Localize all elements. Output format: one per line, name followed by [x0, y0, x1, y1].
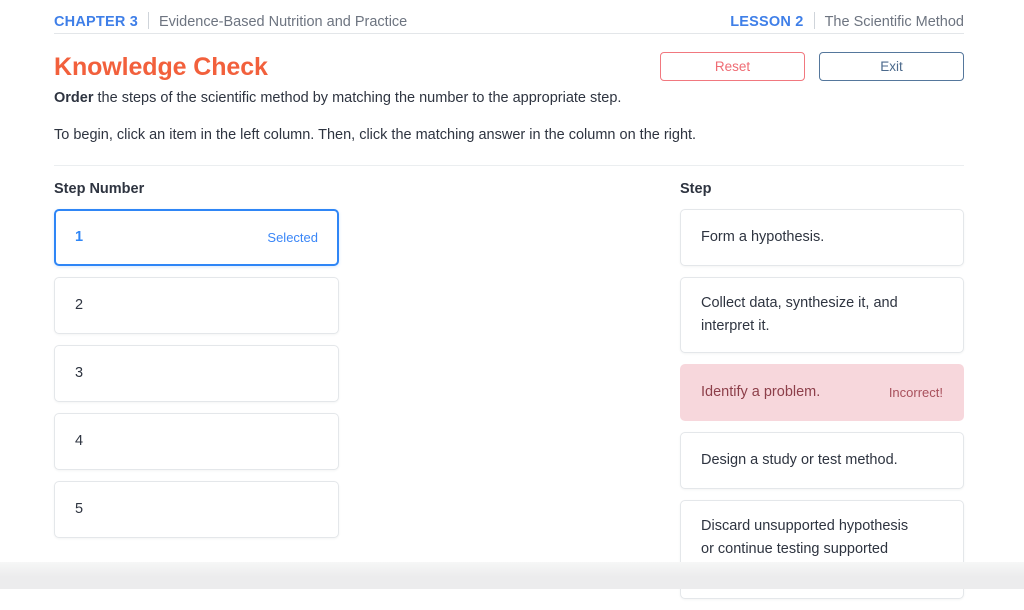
- step-number-label: 1: [75, 229, 84, 245]
- step-number-label: 2: [75, 297, 84, 313]
- exit-button[interactable]: Exit: [819, 52, 964, 81]
- step-label: Form a hypothesis.: [701, 229, 825, 245]
- instruction-line-2: To begin, click an item in the left colu…: [54, 127, 697, 143]
- selected-badge: Selected: [267, 230, 318, 245]
- header-divider: [54, 33, 964, 34]
- step-number-item-3[interactable]: 3: [54, 345, 339, 402]
- content-divider: [54, 165, 964, 166]
- footer-band: [0, 562, 1024, 589]
- step-number-heading: Step Number: [54, 181, 145, 197]
- knowledge-check-page: CHAPTER 3 Evidence-Based Nutrition and P…: [0, 0, 1024, 599]
- step-number-label: 5: [75, 501, 84, 517]
- instruction-keyword: Order: [54, 90, 94, 106]
- incorrect-badge: Incorrect!: [888, 385, 943, 400]
- chapter-title: Evidence-Based Nutrition and Practice: [158, 14, 408, 30]
- breadcrumb-chapter: CHAPTER 3 Evidence-Based Nutrition and P…: [54, 9, 407, 30]
- step-number-column: Step Number 1 Selected 2 3 4 5: [54, 180, 339, 549]
- step-heading: Step: [680, 181, 712, 197]
- step-item-3[interactable]: Identify a problem. Incorrect!: [680, 364, 964, 421]
- instruction-line-1: Order the steps of the scientific method…: [54, 88, 934, 109]
- lesson-label: LESSON 2: [730, 14, 804, 30]
- step-number-label: 3: [75, 365, 84, 381]
- step-label: Design a study or test method.: [701, 452, 898, 468]
- lesson-title: The Scientific Method: [824, 14, 964, 30]
- action-buttons: Reset Exit: [660, 52, 964, 81]
- breadcrumb-lesson: LESSON 2 The Scientific Method: [730, 9, 964, 30]
- breadcrumb: CHAPTER 3 Evidence-Based Nutrition and P…: [54, 6, 964, 33]
- step-label: Identify a problem.: [701, 384, 821, 400]
- step-item-4[interactable]: Design a study or test method.: [680, 432, 964, 489]
- chapter-label: CHAPTER 3: [54, 14, 138, 30]
- step-number-item-1[interactable]: 1 Selected: [54, 209, 339, 266]
- title-row: Knowledge Check Reset Exit: [54, 50, 964, 84]
- step-number-item-2[interactable]: 2: [54, 277, 339, 334]
- step-column: Step Form a hypothesis. Collect data, sy…: [680, 180, 964, 610]
- breadcrumb-divider-right: [813, 12, 815, 29]
- reset-button[interactable]: Reset: [660, 52, 805, 81]
- step-number-item-5[interactable]: 5: [54, 481, 339, 538]
- step-number-item-4[interactable]: 4: [54, 413, 339, 470]
- breadcrumb-divider-left: [147, 12, 149, 29]
- instruction-line-1-rest: the steps of the scientific method by ma…: [93, 90, 622, 106]
- step-item-1[interactable]: Form a hypothesis.: [680, 209, 964, 266]
- step-item-2[interactable]: Collect data, synthesize it, and interpr…: [680, 277, 964, 353]
- instructions: Order the steps of the scientific method…: [54, 88, 934, 146]
- step-number-label: 4: [75, 433, 84, 449]
- step-label: Collect data, synthesize it, and interpr…: [701, 295, 898, 334]
- page-title: Knowledge Check: [54, 53, 268, 81]
